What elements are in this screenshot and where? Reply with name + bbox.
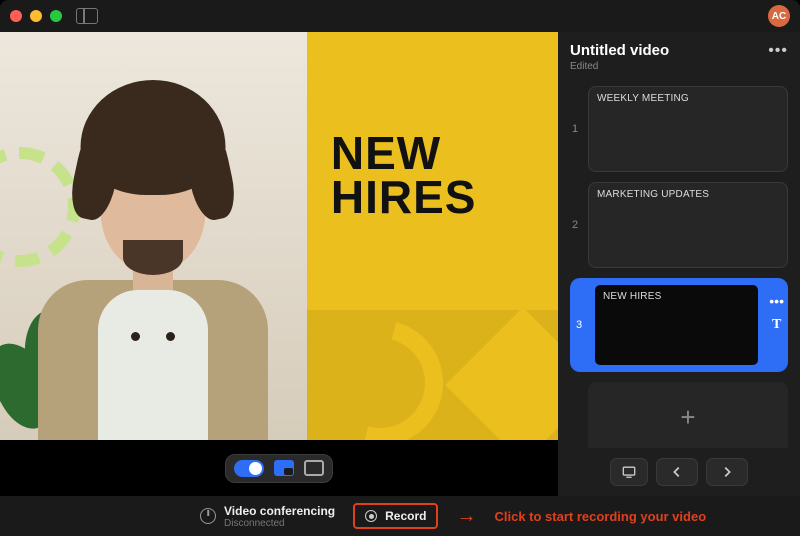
main: NEWHIRES Untitled video Edited ••• 1 WEE…: [0, 32, 800, 496]
slide-pattern: [307, 310, 558, 440]
slide-thumb[interactable]: MARKETING UPDATES: [588, 182, 788, 268]
avatar[interactable]: AC: [768, 5, 790, 27]
preview-canvas: NEWHIRES: [0, 32, 558, 440]
camera-toggle[interactable]: [234, 460, 264, 477]
control-bar: [225, 454, 333, 483]
record-button[interactable]: Record: [353, 503, 438, 529]
slide-number: 3: [574, 319, 584, 331]
slide-menu-icon[interactable]: •••: [769, 293, 784, 309]
slide-label: MARKETING UPDATES: [597, 189, 709, 200]
arrow-right-icon: →: [456, 505, 476, 528]
project-menu-icon[interactable]: •••: [768, 42, 788, 60]
maximize-icon[interactable]: [50, 10, 62, 22]
camera-feed: [0, 32, 307, 440]
slide-actions: ••• T: [769, 293, 784, 357]
slide-label: NEW HIRES: [603, 291, 661, 302]
present-button[interactable]: [610, 458, 648, 486]
project-title: Untitled video: [570, 42, 669, 59]
sidebar-toggle-icon[interactable]: [76, 8, 98, 24]
preview-controls: [0, 440, 558, 496]
broadcast-icon: [200, 508, 216, 524]
slide-thumb[interactable]: WEEKLY MEETING: [588, 86, 788, 172]
record-hint: Click to start recording your video: [494, 509, 706, 524]
layout-full-icon[interactable]: [304, 460, 324, 476]
next-slide-button[interactable]: [706, 458, 748, 486]
slide-item[interactable]: 2 MARKETING UPDATES: [570, 182, 788, 268]
slide-number: 2: [570, 219, 580, 231]
prev-slide-button[interactable]: [656, 458, 698, 486]
add-slide-button[interactable]: +: [588, 382, 788, 448]
slide-list: 1 WEEKLY MEETING 2 MARKETING UPDATES 3 N…: [570, 86, 788, 448]
add-slide-row: +: [570, 382, 788, 448]
layout-pip-icon[interactable]: [274, 460, 294, 476]
slide-number: 1: [570, 123, 580, 135]
presenter: [33, 110, 273, 440]
slide-item-selected[interactable]: 3 NEW HIRES ••• T: [570, 278, 788, 372]
vc-status: Disconnected: [224, 518, 335, 529]
slide-item[interactable]: 1 WEEKLY MEETING: [570, 86, 788, 172]
slide-title: NEWHIRES: [331, 132, 548, 219]
presenter-nav: [570, 448, 788, 486]
traffic-lights: [10, 10, 62, 22]
vc-title: Video conferencing: [224, 504, 335, 518]
slide-overlay: NEWHIRES: [307, 32, 558, 440]
project-header: Untitled video Edited •••: [570, 42, 788, 72]
close-icon[interactable]: [10, 10, 22, 22]
slide-thumb[interactable]: NEW HIRES: [592, 282, 761, 368]
sidebar: Untitled video Edited ••• 1 WEEKLY MEETI…: [558, 32, 800, 496]
record-icon: [365, 510, 377, 522]
video-conferencing-status[interactable]: Video conferencing Disconnected: [200, 504, 335, 529]
footer: Video conferencing Disconnected Record →…: [0, 496, 800, 536]
record-label: Record: [385, 509, 426, 523]
project-subtitle: Edited: [570, 61, 669, 72]
preview-pane: NEWHIRES: [0, 32, 558, 496]
minimize-icon[interactable]: [30, 10, 42, 22]
text-tool-icon[interactable]: T: [772, 317, 781, 333]
titlebar: AC: [0, 0, 800, 32]
slide-label: WEEKLY MEETING: [597, 93, 689, 104]
